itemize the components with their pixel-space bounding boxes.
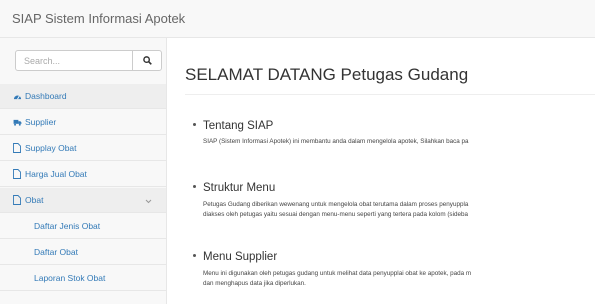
- bullet: [193, 123, 196, 127]
- sidebar-item-label: Dashboard: [25, 91, 67, 101]
- sidebar-item-label: Supplay Obat: [25, 143, 77, 153]
- brand-title[interactable]: SIAP Sistem Informasi Apotek: [12, 11, 185, 26]
- sidebar-item-supplay-obat[interactable]: Supplay Obat: [0, 136, 166, 161]
- section-heading-tentang: Tentang SIAP: [193, 120, 273, 132]
- section-text-struktur-menu: Petugas Gudang diberikan wewenang untuk …: [203, 200, 595, 220]
- search-group: [15, 50, 162, 71]
- sidebar-subitem-daftar-jenis-obat[interactable]: Daftar Jenis Obat: [0, 214, 166, 239]
- sidebar: Dashboard Supplier Supplay Obat Harga Ju…: [0, 38, 167, 304]
- search-icon: [142, 52, 152, 70]
- section-heading-struktur-menu: Struktur Menu: [193, 182, 275, 194]
- file-icon: [12, 195, 22, 205]
- sidebar-item-obat[interactable]: Obat: [0, 188, 166, 213]
- sidebar-item-label: Obat: [25, 195, 44, 205]
- section-heading-text: Struktur Menu: [203, 182, 276, 194]
- sidebar-item-supplier[interactable]: Supplier: [0, 110, 166, 135]
- sidebar-item-label: Laporan Stok Obat: [34, 273, 106, 283]
- search-input[interactable]: [15, 50, 133, 71]
- section-line: SIAP (Sistem Informasi Apotek) ini memba…: [203, 138, 469, 145]
- section-line: diakses oleh petugas yaitu sesuai dengan…: [203, 211, 468, 218]
- file-icon: [12, 143, 22, 153]
- title-divider: [185, 94, 595, 95]
- sidebar-subitem-daftar-obat[interactable]: Daftar Obat: [0, 240, 166, 265]
- sidebar-item-label: Daftar Obat: [34, 247, 78, 257]
- page-title: SELAMAT DATANG Petugas Gudang: [185, 65, 469, 84]
- section-line: Menu ini digunakan oleh petugas gudang u…: [203, 270, 472, 277]
- section-heading-text: Tentang SIAP: [203, 120, 274, 132]
- top-navbar: SIAP Sistem Informasi Apotek: [0, 0, 595, 38]
- chevron-down-icon[interactable]: [145, 196, 152, 206]
- section-text-tentang: SIAP (Sistem Informasi Apotek) ini memba…: [203, 137, 595, 147]
- file-icon: [12, 169, 22, 179]
- sidebar-item-label: Harga Jual Obat: [25, 169, 87, 179]
- sidebar-item-label: Supplier: [25, 117, 57, 127]
- section-text-menu-supplier: Menu ini digunakan oleh petugas gudang u…: [203, 269, 595, 289]
- section-line: Petugas Gudang diberikan wewenang untuk …: [203, 201, 469, 208]
- truck-icon: [12, 117, 22, 127]
- main-content: SELAMAT DATANG Petugas Gudang Tentang SI…: [167, 38, 595, 304]
- bullet: [193, 185, 196, 189]
- section-line: dan menghapus data jika diperlukan.: [203, 280, 306, 287]
- section-heading-text: Menu Supplier: [203, 251, 278, 263]
- dashboard-icon: [12, 91, 22, 101]
- sidebar-item-harga-jual-obat[interactable]: Harga Jual Obat: [0, 162, 166, 187]
- sidebar-item-label: Daftar Jenis Obat: [34, 221, 101, 231]
- sidebar-subitem-laporan-stok-obat[interactable]: Laporan Stok Obat: [0, 266, 166, 291]
- section-heading-menu-supplier: Menu Supplier: [193, 251, 277, 263]
- sidebar-item-dashboard[interactable]: Dashboard: [0, 84, 166, 109]
- search-button[interactable]: [132, 50, 162, 71]
- bullet: [193, 254, 196, 258]
